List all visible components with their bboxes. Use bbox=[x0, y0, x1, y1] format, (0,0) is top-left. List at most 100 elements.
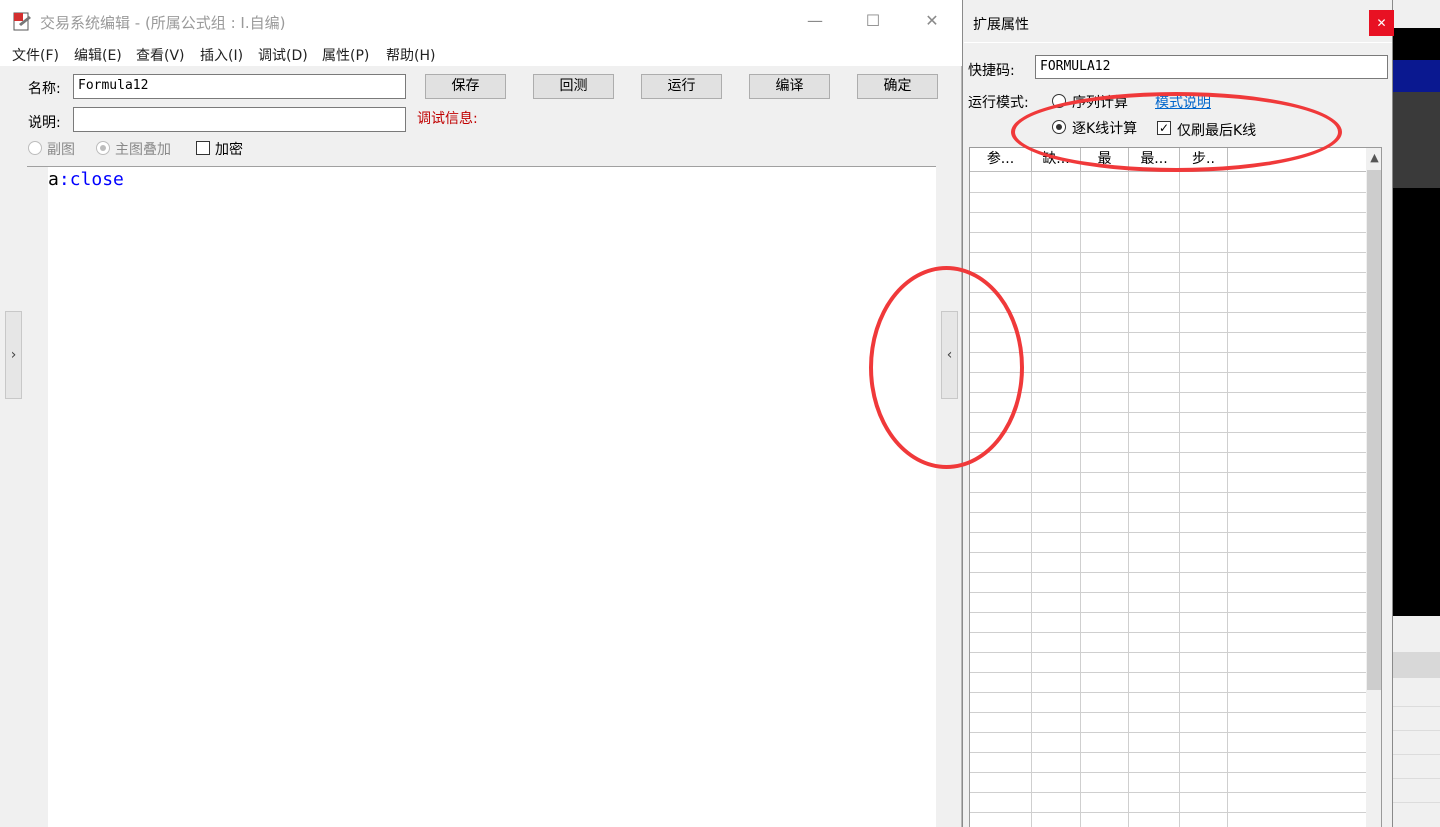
grid-row-line bbox=[970, 212, 1366, 213]
grid-row-line bbox=[970, 732, 1366, 733]
maximize-button[interactable]: ☐ bbox=[858, 8, 888, 34]
backtest-button[interactable]: 回测 bbox=[533, 74, 614, 99]
column-min[interactable]: 最 bbox=[1081, 148, 1129, 172]
save-button[interactable]: 保存 bbox=[425, 74, 506, 99]
description-input[interactable] bbox=[73, 107, 406, 132]
parameters-grid[interactable]: 参... 缺... 最 最... 步.. ▲ bbox=[969, 147, 1382, 827]
run-mode-label: 运行模式: bbox=[968, 95, 1029, 111]
column-step[interactable]: 步.. bbox=[1180, 148, 1228, 172]
grid-row-line bbox=[970, 412, 1366, 413]
scroll-up-icon[interactable]: ▲ bbox=[1366, 148, 1381, 168]
left-panel-toggle[interactable]: › bbox=[5, 311, 22, 399]
grid-row-line bbox=[970, 692, 1366, 693]
sequence-mode-label: 序列计算 bbox=[1072, 95, 1128, 111]
grid-row-line bbox=[970, 392, 1366, 393]
grid-col-line bbox=[1031, 172, 1032, 827]
menu-file[interactable]: 文件(F) bbox=[12, 45, 59, 65]
grid-row-line bbox=[970, 252, 1366, 253]
debug-info-label: 调试信息: bbox=[417, 111, 478, 127]
grid-row-line bbox=[970, 312, 1366, 313]
grid-col-line bbox=[1179, 172, 1180, 827]
line-gutter bbox=[27, 167, 48, 827]
window-title: 交易系统编辑 - (所属公式组 : I.自编) bbox=[40, 14, 286, 32]
column-default[interactable]: 缺... bbox=[1032, 148, 1081, 172]
grid-row-line bbox=[970, 492, 1366, 493]
right-panel-toggle[interactable]: ‹ bbox=[941, 311, 958, 399]
grid-row-line bbox=[970, 612, 1366, 613]
encrypt-label: 加密 bbox=[215, 142, 243, 158]
panel-close-button[interactable]: ✕ bbox=[1369, 10, 1394, 36]
chevron-left-icon: ‹ bbox=[946, 347, 953, 363]
name-label: 名称: bbox=[28, 81, 61, 97]
menu-insert[interactable]: 插入(I) bbox=[200, 45, 243, 65]
menu-help[interactable]: 帮助(H) bbox=[386, 45, 435, 65]
grid-row-line bbox=[970, 532, 1366, 533]
per-bar-mode-label: 逐K线计算 bbox=[1072, 121, 1138, 137]
refresh-last-bar-label: 仅刷最后K线 bbox=[1177, 123, 1257, 139]
encrypt-checkbox[interactable] bbox=[196, 141, 210, 155]
column-max[interactable]: 最... bbox=[1129, 148, 1180, 172]
grid-row-line bbox=[970, 652, 1366, 653]
grid-row-line bbox=[970, 752, 1366, 753]
minimize-button[interactable]: — bbox=[800, 8, 830, 34]
per-bar-mode-radio[interactable] bbox=[1052, 120, 1066, 134]
grid-row-line bbox=[970, 272, 1366, 273]
grid-col-line bbox=[1128, 172, 1129, 827]
shortcut-input[interactable]: FORMULA12 bbox=[1035, 55, 1388, 79]
menu-debug[interactable]: 调试(D) bbox=[258, 45, 308, 65]
panel-body: 快捷码: FORMULA12 运行模式: 序列计算 模式说明 逐K线计算 ✓ 仅… bbox=[964, 42, 1392, 827]
grid-row-line bbox=[970, 232, 1366, 233]
grid-row-line bbox=[970, 572, 1366, 573]
editor-titlebar: 交易系统编辑 - (所属公式组 : I.自编) — ☐ ✕ bbox=[0, 0, 962, 42]
sequence-mode-radio[interactable] bbox=[1052, 94, 1066, 108]
background-grey-row bbox=[1393, 652, 1440, 678]
sub-chart-radio[interactable] bbox=[28, 141, 42, 155]
run-button[interactable]: 运行 bbox=[641, 74, 722, 99]
name-input[interactable]: Formula12 bbox=[73, 74, 406, 99]
grid-row-line bbox=[970, 372, 1366, 373]
background-app-window bbox=[1393, 0, 1440, 827]
background-line bbox=[1393, 802, 1440, 803]
background-line bbox=[1393, 778, 1440, 779]
grid-row-line bbox=[970, 452, 1366, 453]
code-variable: a bbox=[48, 169, 59, 190]
compile-button[interactable]: 编译 bbox=[749, 74, 830, 99]
code-keyword: close bbox=[69, 169, 124, 190]
background-blue-bar bbox=[1393, 60, 1440, 92]
close-icon: ✕ bbox=[1376, 16, 1387, 30]
grid-row-line bbox=[970, 292, 1366, 293]
grid-scrollbar[interactable]: ▲ bbox=[1366, 148, 1381, 827]
background-line bbox=[1393, 754, 1440, 755]
chevron-right-icon: › bbox=[10, 347, 17, 363]
close-button[interactable]: ✕ bbox=[917, 8, 947, 34]
main-overlay-radio[interactable] bbox=[96, 141, 110, 155]
code-line: a:close bbox=[48, 169, 124, 190]
grid-col-line bbox=[1080, 172, 1081, 827]
grid-row-line bbox=[970, 552, 1366, 553]
grid-row-line bbox=[970, 632, 1366, 633]
grid-row-line bbox=[970, 332, 1366, 333]
grid-row-line bbox=[970, 812, 1366, 813]
extended-properties-panel: 扩展属性 ✕ 快捷码: FORMULA12 运行模式: 序列计算 模式说明 逐K… bbox=[962, 0, 1394, 827]
description-label: 说明: bbox=[28, 115, 61, 131]
grid-header: 参... 缺... 最 最... 步.. bbox=[970, 148, 1366, 172]
mode-help-link[interactable]: 模式说明 bbox=[1155, 92, 1211, 112]
refresh-last-bar-checkbox[interactable]: ✓ bbox=[1157, 121, 1171, 135]
code-editor[interactable]: a:close bbox=[27, 166, 936, 827]
grid-row-line bbox=[970, 512, 1366, 513]
menu-view[interactable]: 查看(V) bbox=[136, 45, 185, 65]
grid-row-line bbox=[970, 472, 1366, 473]
grid-row-line bbox=[970, 592, 1366, 593]
grid-row-line bbox=[970, 432, 1366, 433]
panel-title: 扩展属性 bbox=[973, 17, 1029, 33]
grid-row-line bbox=[970, 792, 1366, 793]
ok-button[interactable]: 确定 bbox=[857, 74, 938, 99]
grid-row-line bbox=[970, 352, 1366, 353]
scroll-thumb[interactable] bbox=[1367, 170, 1381, 690]
shortcut-label: 快捷码: bbox=[968, 63, 1015, 79]
menu-edit[interactable]: 编辑(E) bbox=[74, 45, 122, 65]
sub-chart-label: 副图 bbox=[47, 142, 75, 158]
grid-row-line bbox=[970, 712, 1366, 713]
menu-properties[interactable]: 属性(P) bbox=[322, 45, 369, 65]
column-param[interactable]: 参... bbox=[970, 148, 1032, 172]
